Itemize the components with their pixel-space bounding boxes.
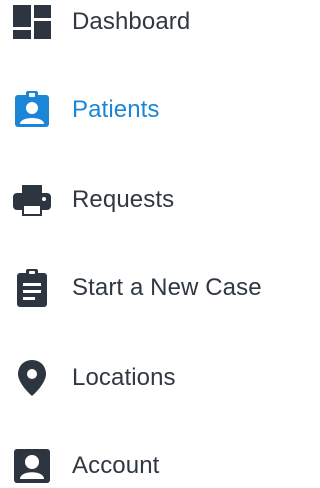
- nav-item-label: Locations: [72, 364, 176, 391]
- clipboard-icon: [12, 268, 52, 308]
- nav-item-locations[interactable]: Locations: [0, 356, 288, 400]
- nav-item-label: Patients: [72, 96, 160, 123]
- account-icon: [12, 446, 52, 486]
- nav-item-start-new-case[interactable]: Start a New Case: [0, 266, 288, 310]
- sidebar-nav: Dashboard Patients Requests Start a New …: [0, 0, 288, 487]
- nav-item-label: Requests: [72, 186, 175, 213]
- nav-item-label: Start a New Case: [72, 274, 262, 301]
- nav-item-dashboard[interactable]: Dashboard: [0, 0, 288, 44]
- nav-item-label: Dashboard: [72, 8, 191, 35]
- nav-item-requests[interactable]: Requests: [0, 178, 288, 222]
- nav-item-patients[interactable]: Patients: [0, 88, 288, 132]
- nav-item-account[interactable]: Account: [0, 444, 288, 488]
- map-pin-icon: [12, 358, 52, 398]
- patient-badge-icon: [12, 90, 52, 130]
- dashboard-icon: [12, 2, 52, 42]
- nav-item-label: Account: [72, 452, 160, 479]
- printer-icon: [12, 180, 52, 220]
